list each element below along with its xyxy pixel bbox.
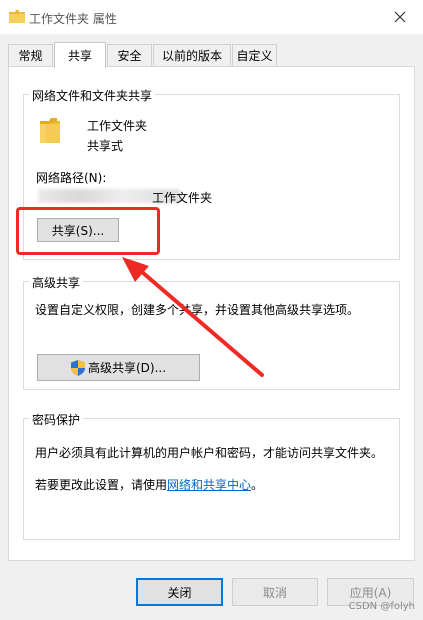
cancel-button[interactable]: 取消 bbox=[232, 578, 318, 606]
title-bar: 工作文件夹 属性 bbox=[0, 0, 423, 34]
watermark: CSDN @folyh bbox=[348, 601, 415, 612]
share-state: 共享式 bbox=[87, 139, 124, 153]
folder-icon bbox=[9, 10, 25, 23]
tab-sharing[interactable]: 共享 bbox=[54, 42, 106, 68]
password-protection-group: 密码保护 用户必须具有此计算机的用户帐户和密码，才能访问共享文件夹。 若要更改此… bbox=[23, 411, 400, 540]
tab-previous-versions[interactable]: 以前的版本 bbox=[153, 44, 231, 66]
tab-security[interactable]: 安全 bbox=[107, 44, 152, 66]
uac-shield-icon bbox=[70, 359, 85, 376]
network-path-value: 工作文件夹 bbox=[152, 191, 213, 205]
change-suffix: 。 bbox=[251, 478, 264, 492]
tab-customize[interactable]: 自定义 bbox=[232, 44, 277, 66]
window-title: 工作文件夹 属性 bbox=[29, 12, 117, 26]
folder-name: 工作文件夹 bbox=[87, 119, 148, 133]
network-sharing-label: 网络文件和文件夹共享 bbox=[29, 87, 156, 104]
tab-general[interactable]: 常规 bbox=[8, 44, 53, 66]
password-protection-label: 密码保护 bbox=[29, 411, 84, 428]
advanced-sharing-button-label: 高级共享(D)... bbox=[87, 361, 167, 375]
close-button[interactable] bbox=[377, 0, 423, 34]
advanced-sharing-button[interactable]: 高级共享(D)... bbox=[37, 354, 200, 381]
folder-icon bbox=[40, 118, 60, 143]
network-sharing-center-link[interactable]: 网络和共享中心 bbox=[167, 478, 251, 492]
advanced-sharing-description: 设置自定义权限，创建多个共享，并设置其他高级共享选项。 bbox=[35, 303, 360, 317]
advanced-sharing-label: 高级共享 bbox=[29, 274, 84, 291]
close-dialog-button[interactable]: 关闭 bbox=[136, 578, 223, 606]
close-icon bbox=[394, 11, 406, 23]
annotation-highlight-box bbox=[16, 207, 160, 255]
sharing-panel: 网络文件和文件夹共享 工作文件夹 共享式 网络路径(N): 工作文件夹 共享(S… bbox=[8, 66, 415, 561]
network-path-label: 网络路径(N): bbox=[36, 171, 107, 185]
advanced-sharing-group: 高级共享 设置自定义权限，创建多个共享，并设置其他高级共享选项。 高级共享(D)… bbox=[23, 274, 400, 390]
password-protection-description: 用户必须具有此计算机的用户帐户和密码，才能访问共享文件夹。 bbox=[35, 446, 384, 460]
change-prefix: 若要更改此设置，请使用 bbox=[35, 478, 168, 492]
password-change-text: 若要更改此设置，请使用网络和共享中心。 bbox=[35, 476, 263, 493]
